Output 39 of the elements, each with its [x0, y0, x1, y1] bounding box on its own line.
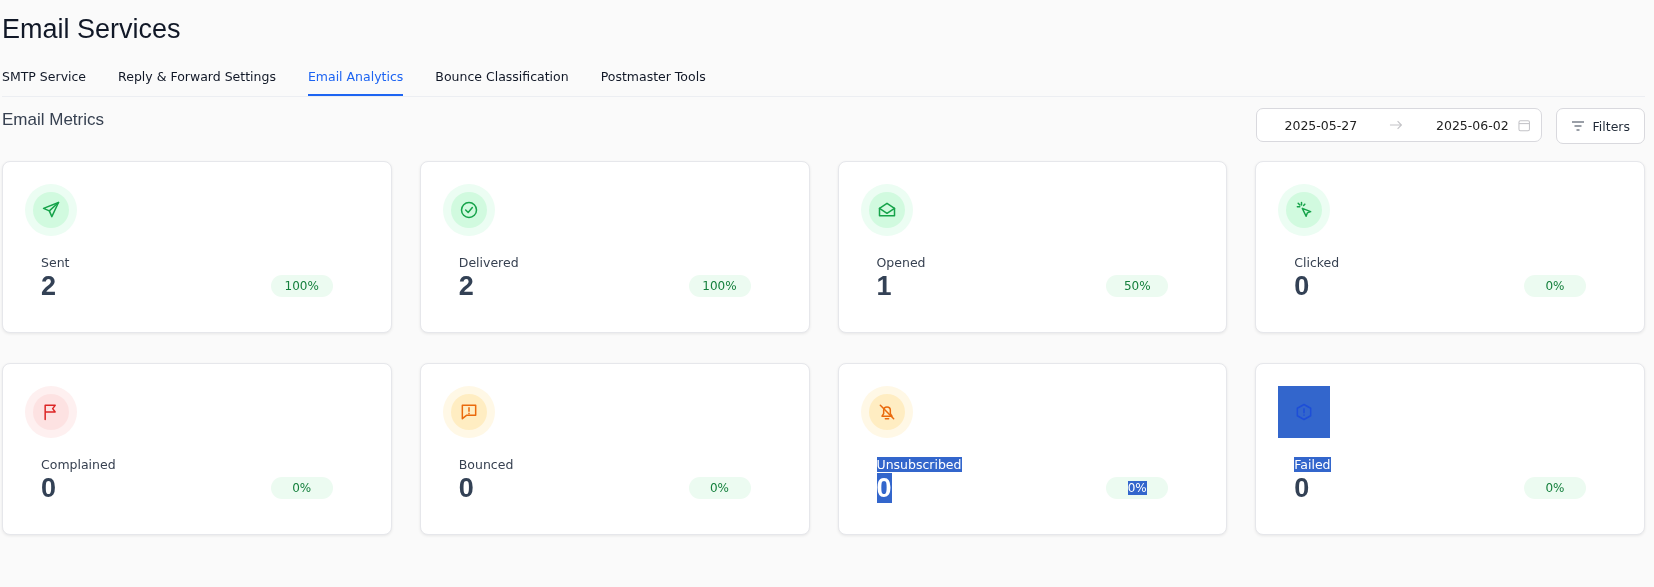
percent-badge: 100%: [688, 275, 751, 297]
metric-label: Complained: [41, 457, 116, 472]
percent-badge: 0%: [1106, 477, 1169, 499]
metric-label: Clicked: [1294, 255, 1340, 270]
arrow-right-icon: [1388, 118, 1402, 132]
metric-label: Opened: [876, 255, 926, 270]
tab[interactable]: Email Analytics: [307, 67, 404, 96]
send-icon: [41, 200, 61, 220]
check-circle-icon: [458, 200, 479, 220]
tab[interactable]: SMTP Service: [2, 67, 87, 96]
metric-value: 0: [1294, 473, 1310, 503]
metric-label: Delivered: [458, 255, 519, 270]
metric-value: 2: [41, 271, 57, 301]
tab[interactable]: Postmaster Tools: [600, 67, 706, 96]
percent-badge: 0%: [1524, 477, 1586, 499]
section-title: Email Metrics: [2, 110, 104, 130]
metric-value: 0: [458, 473, 474, 503]
metric-label: Unsubscribed: [876, 457, 962, 472]
metric-value: 0: [876, 473, 892, 503]
filters-button[interactable]: Filters: [1555, 108, 1645, 144]
tab[interactable]: Reply & Forward Settings: [118, 67, 276, 96]
metric-value: 0: [1294, 271, 1310, 301]
filter-icon: [1570, 120, 1585, 132]
tab[interactable]: Bounce Classification: [435, 67, 569, 96]
metric-label: Sent: [41, 255, 70, 270]
metric-label: Failed: [1294, 457, 1331, 472]
metric-value: 0: [41, 473, 57, 503]
metric-label: Bounced: [458, 457, 514, 472]
percent-badge: 50%: [1106, 275, 1169, 297]
percent-badge: 0%: [1524, 275, 1586, 297]
percent-badge: 0%: [270, 477, 333, 499]
calendar-icon: [1518, 118, 1531, 132]
metric-value: 2: [458, 271, 474, 301]
percent-badge: 100%: [270, 275, 333, 297]
page-title: Email Services: [2, 13, 182, 45]
envelope-icon: [876, 200, 897, 220]
percent-badge: 0%: [688, 477, 751, 499]
metric-value: 1: [876, 271, 892, 301]
date-range-picker[interactable]: 2025-05-27 2025-06-02: [1255, 108, 1542, 142]
